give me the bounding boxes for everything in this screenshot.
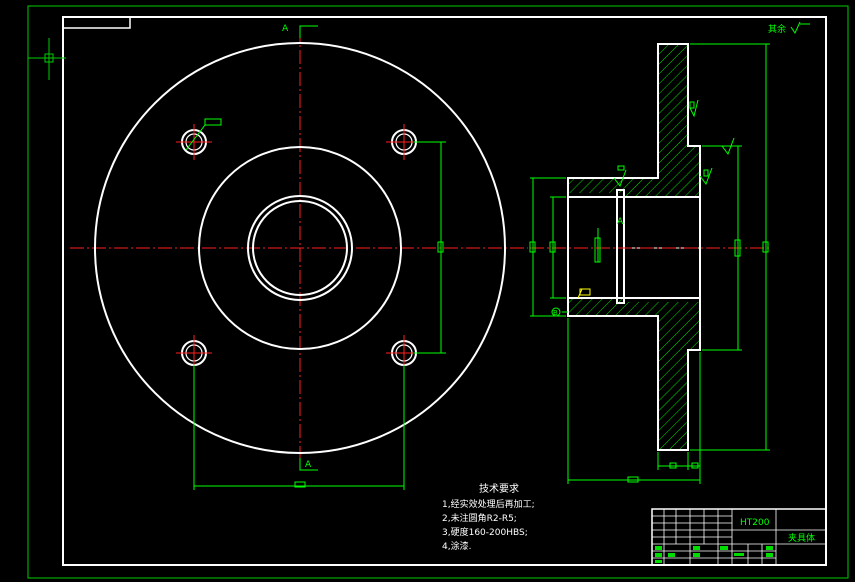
cad-drawing-canvas: A A A B 其余 技术要求 1,经实效处理后再加工; 2,未注圆角R2-R5… xyxy=(0,0,855,582)
tech-requirement-item: 2,未注圆角R2-R5; xyxy=(442,512,517,524)
part-name-label: 夹具体 xyxy=(788,532,815,544)
tech-requirements-title: 技术要求 xyxy=(479,482,519,495)
tech-requirement-item: 1,经实效处理后再加工; xyxy=(442,498,535,510)
material-label: HT200 xyxy=(740,518,770,528)
tech-requirement-item: 4,涂漆. xyxy=(442,540,471,552)
section-marker-bottom: A xyxy=(305,460,312,470)
section-view-marker: A xyxy=(617,217,624,227)
tech-requirement-item: 3,硬度160-200HBS; xyxy=(442,526,528,538)
datum-label: B xyxy=(553,309,558,317)
section-marker-top: A xyxy=(282,24,289,34)
roughness-note: 其余 xyxy=(768,23,786,35)
